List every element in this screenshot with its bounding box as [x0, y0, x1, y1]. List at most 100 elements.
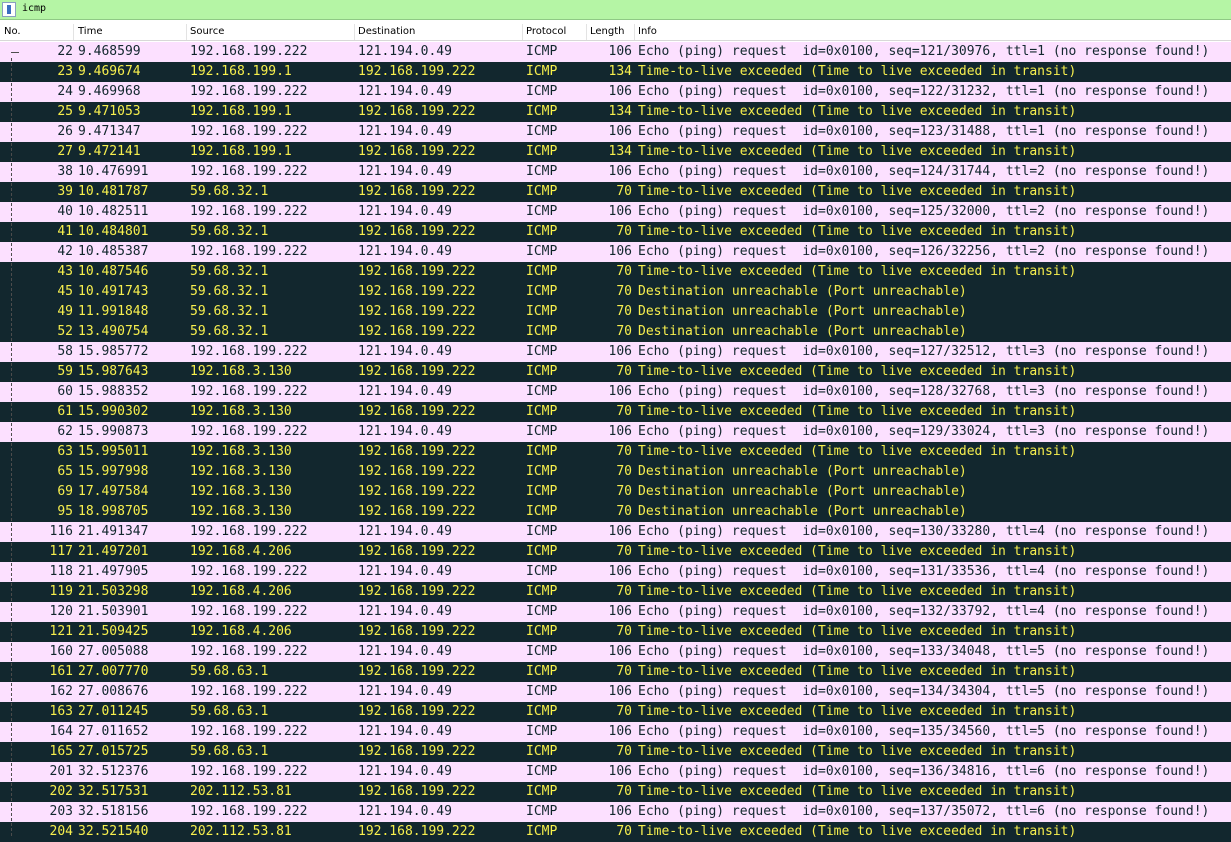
- packet-row[interactable]: 42 10.485387 192.168.199.222 121.194.0.49 IC…: [0, 242, 1231, 262]
- packet-protocol: ICMP: [526, 704, 558, 719]
- packet-destination: 121.194.0.49: [358, 564, 452, 579]
- packet-row[interactable]: 25 9.471053 192.168.199.1 192.168.199.222 IC…: [0, 102, 1231, 122]
- packet-time: 15.987643: [78, 364, 149, 379]
- packet-row[interactable]: 23 9.469674 192.168.199.1 192.168.199.222 IC…: [0, 62, 1231, 82]
- packet-row[interactable]: 120 21.503901 192.168.199.222 121.194.0.49 I…: [0, 602, 1231, 622]
- packet-source: 192.168.199.222: [190, 684, 308, 699]
- packet-row[interactable]: 27 9.472141 192.168.199.1 192.168.199.222 IC…: [0, 142, 1231, 162]
- packet-info: Time-to-live exceeded (Time to live exce…: [638, 364, 1077, 379]
- packet-row[interactable]: 165 27.015725 59.68.63.1 192.168.199.222 ICM…: [0, 742, 1231, 762]
- packet-row[interactable]: 63 15.995011 192.168.3.130 192.168.199.222 I…: [0, 442, 1231, 462]
- packet-destination: 192.168.199.222: [358, 544, 476, 559]
- packet-info: Time-to-live exceeded (Time to live exce…: [638, 824, 1077, 839]
- packet-row[interactable]: 65 15.997998 192.168.3.130 192.168.199.222 I…: [0, 462, 1231, 482]
- packet-source: 202.112.53.81: [190, 824, 292, 839]
- packet-row[interactable]: 119 21.503298 192.168.4.206 192.168.199.222…: [0, 582, 1231, 602]
- packet-protocol: ICMP: [526, 424, 558, 439]
- packet-row[interactable]: 204 32.521540 202.112.53.81 192.168.199.222…: [0, 822, 1231, 842]
- packet-protocol: ICMP: [526, 44, 558, 59]
- packet-destination: 121.194.0.49: [358, 344, 452, 359]
- packet-row[interactable]: 163 27.011245 59.68.63.1 192.168.199.222 ICM…: [0, 702, 1231, 722]
- bookmark-icon[interactable]: [2, 2, 16, 17]
- packet-source: 192.168.3.130: [190, 464, 292, 479]
- packet-length: 70: [616, 264, 632, 279]
- packet-source: 59.68.32.1: [190, 264, 269, 279]
- display-filter-input[interactable]: icmp: [22, 3, 46, 14]
- packet-source: 192.168.4.206: [190, 544, 292, 559]
- column-separator[interactable]: [634, 24, 635, 40]
- packet-row[interactable]: 52 13.490754 59.68.32.1 192.168.199.222 ICMP…: [0, 322, 1231, 342]
- packet-row[interactable]: 117 21.497201 192.168.4.206 192.168.199.222…: [0, 542, 1231, 562]
- packet-info: Time-to-live exceeded (Time to live exce…: [638, 784, 1077, 799]
- packet-row[interactable]: 121 21.509425 192.168.4.206 192.168.199.222…: [0, 622, 1231, 642]
- packet-row[interactable]: 69 17.497584 192.168.3.130 192.168.199.222 I…: [0, 482, 1231, 502]
- packet-row[interactable]: 203 32.518156 192.168.199.222 121.194.0.49 I…: [0, 802, 1231, 822]
- packet-destination: 192.168.199.222: [358, 624, 476, 639]
- packet-info: Time-to-live exceeded (Time to live exce…: [638, 744, 1077, 759]
- packet-row[interactable]: 201 32.512376 192.168.199.222 121.194.0.49 I…: [0, 762, 1231, 782]
- packet-protocol: ICMP: [526, 224, 558, 239]
- packet-row[interactable]: 59 15.987643 192.168.3.130 192.168.199.222 I…: [0, 362, 1231, 382]
- column-header-length[interactable]: Length: [590, 26, 625, 37]
- packet-time: 10.491743: [78, 284, 149, 299]
- column-header-destination[interactable]: Destination: [358, 26, 415, 37]
- display-filter-bar[interactable]: icmp: [0, 0, 1231, 20]
- column-header-no[interactable]: No.: [4, 26, 21, 37]
- packet-destination: 121.194.0.49: [358, 724, 452, 739]
- packet-row[interactable]: 45 10.491743 59.68.32.1 192.168.199.222 ICMP…: [0, 282, 1231, 302]
- packet-row[interactable]: 58 15.985772 192.168.199.222 121.194.0.49 IC…: [0, 342, 1231, 362]
- packet-source: 192.168.199.222: [190, 124, 308, 139]
- packet-length: 70: [616, 284, 632, 299]
- packet-source: 192.168.199.222: [190, 164, 308, 179]
- packet-time: 18.998705: [78, 504, 149, 519]
- packet-row[interactable]: 161 27.007770 59.68.63.1 192.168.199.222 ICM…: [0, 662, 1231, 682]
- column-separator[interactable]: [522, 24, 523, 40]
- column-header-info[interactable]: Info: [638, 26, 657, 37]
- packet-row[interactable]: 40 10.482511 192.168.199.222 121.194.0.49 IC…: [0, 202, 1231, 222]
- packet-row[interactable]: 202 32.517531 202.112.53.81 192.168.199.222…: [0, 782, 1231, 802]
- column-separator[interactable]: [73, 24, 74, 40]
- packet-row[interactable]: 61 15.990302 192.168.3.130 192.168.199.222 I…: [0, 402, 1231, 422]
- packet-source: 192.168.4.206: [190, 584, 292, 599]
- packet-row[interactable]: 118 21.497905 192.168.199.222 121.194.0.49 I…: [0, 562, 1231, 582]
- packet-row[interactable]: 162 27.008676 192.168.199.222 121.194.0.49 I…: [0, 682, 1231, 702]
- packet-time: 15.990873: [78, 424, 149, 439]
- column-header-time[interactable]: Time: [78, 26, 102, 37]
- packet-time: 15.985772: [78, 344, 149, 359]
- column-header-protocol[interactable]: Protocol: [526, 26, 566, 37]
- packet-row[interactable]: 22 9.468599 192.168.199.222 121.194.0.49 ICM…: [0, 42, 1231, 62]
- packet-protocol: ICMP: [526, 784, 558, 799]
- packet-row[interactable]: 60 15.988352 192.168.199.222 121.194.0.49 IC…: [0, 382, 1231, 402]
- packet-row[interactable]: 43 10.487546 59.68.32.1 192.168.199.222 ICMP…: [0, 262, 1231, 282]
- packet-source: 59.68.32.1: [190, 184, 269, 199]
- packet-length: 134: [608, 64, 632, 79]
- packet-destination: 121.194.0.49: [358, 424, 452, 439]
- packet-source: 192.168.199.222: [190, 764, 308, 779]
- packet-destination: 192.168.199.222: [358, 264, 476, 279]
- packet-row[interactable]: 95 18.998705 192.168.3.130 192.168.199.222 I…: [0, 502, 1231, 522]
- packet-info: Echo (ping) request id=0x0100, seq=121/3…: [638, 44, 1210, 59]
- packet-row[interactable]: 160 27.005088 192.168.199.222 121.194.0.49 I…: [0, 642, 1231, 662]
- packet-destination: 121.194.0.49: [358, 684, 452, 699]
- packet-row[interactable]: 164 27.011652 192.168.199.222 121.194.0.49 I…: [0, 722, 1231, 742]
- column-separator[interactable]: [354, 24, 355, 40]
- packet-protocol: ICMP: [526, 324, 558, 339]
- packet-time: 27.005088: [78, 644, 149, 659]
- packet-row[interactable]: 26 9.471347 192.168.199.222 121.194.0.49 ICM…: [0, 122, 1231, 142]
- packet-row[interactable]: 62 15.990873 192.168.199.222 121.194.0.49 IC…: [0, 422, 1231, 442]
- packet-row[interactable]: 49 11.991848 59.68.32.1 192.168.199.222 ICMP…: [0, 302, 1231, 322]
- packet-row[interactable]: 41 10.484801 59.68.32.1 192.168.199.222 ICMP…: [0, 222, 1231, 242]
- packet-protocol: ICMP: [526, 64, 558, 79]
- packet-row[interactable]: 24 9.469968 192.168.199.222 121.194.0.49 ICM…: [0, 82, 1231, 102]
- column-separator[interactable]: [586, 24, 587, 40]
- packet-info: Echo (ping) request id=0x0100, seq=134/3…: [638, 684, 1210, 699]
- packet-row[interactable]: 39 10.481787 59.68.32.1 192.168.199.222 ICMP…: [0, 182, 1231, 202]
- packet-length: 134: [608, 104, 632, 119]
- packet-row[interactable]: 116 21.491347 192.168.199.222 121.194.0.49 I…: [0, 522, 1231, 542]
- column-separator[interactable]: [186, 24, 187, 40]
- packet-row[interactable]: 38 10.476991 192.168.199.222 121.194.0.49 IC…: [0, 162, 1231, 182]
- packet-list[interactable]: 22 9.468599 192.168.199.222 121.194.0.49 ICM…: [0, 42, 1231, 842]
- column-header-source[interactable]: Source: [190, 26, 224, 37]
- packet-length: 106: [608, 204, 632, 219]
- packet-time: 21.509425: [78, 624, 149, 639]
